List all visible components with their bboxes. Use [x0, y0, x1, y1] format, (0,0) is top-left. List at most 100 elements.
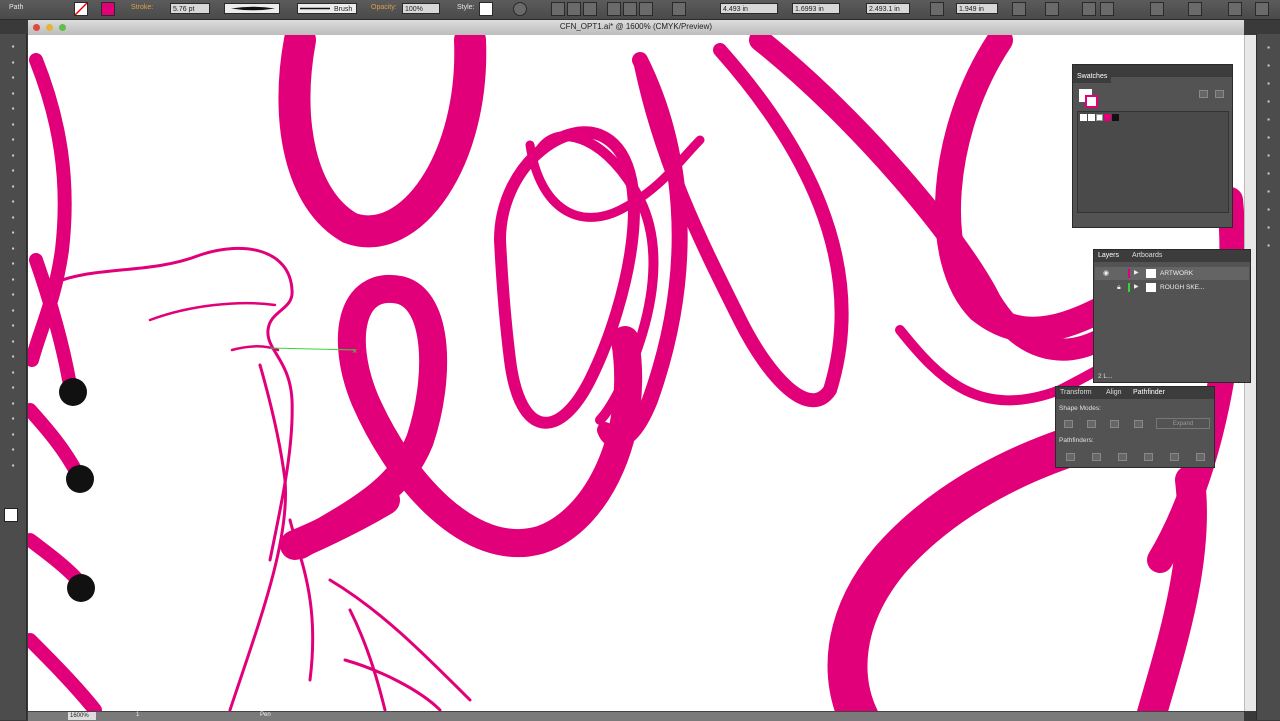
layer-name[interactable]: ROUGH SKE... — [1160, 281, 1204, 294]
height-field[interactable]: 1.949 in — [956, 3, 998, 14]
expand-triangle-icon[interactable]: ▶ — [1134, 281, 1139, 294]
trim-icon[interactable] — [1092, 453, 1101, 461]
artboards-dock-icon[interactable]: ▪ — [1263, 240, 1274, 251]
graphic-styles-icon[interactable]: ▪ — [1263, 186, 1274, 197]
blend-icon[interactable]: ▪ — [8, 368, 18, 378]
variable-width-profile[interactable] — [224, 3, 280, 14]
eyedropper-icon[interactable]: ▪ — [8, 352, 18, 362]
intersect-icon[interactable] — [1110, 420, 1119, 428]
fill-stroke-indicator[interactable] — [1079, 89, 1098, 108]
swatch-black[interactable] — [1112, 114, 1119, 121]
pen-icon[interactable]: ▪ — [8, 104, 18, 114]
transparency-icon[interactable]: ▪ — [1263, 150, 1274, 161]
swatch-white[interactable] — [1096, 114, 1103, 121]
align-right-icon[interactable] — [583, 2, 597, 16]
swatches-tab[interactable]: Swatches — [1073, 71, 1112, 83]
align-tab[interactable]: Align — [1102, 387, 1126, 399]
perspective-icon[interactable]: ▪ — [8, 306, 18, 316]
blob-brush-icon[interactable]: ▪ — [8, 197, 18, 207]
swatch-registration[interactable] — [1088, 114, 1095, 121]
outline-icon[interactable] — [1170, 453, 1179, 461]
align-middle-icon[interactable] — [623, 2, 637, 16]
workspace-icon[interactable] — [1150, 2, 1164, 16]
swatches-dock-icon[interactable]: ▪ — [1263, 204, 1274, 215]
layer-row[interactable]: 🔒︎ ▶ ROUGH SKE... — [1095, 281, 1249, 294]
transform-tab[interactable]: Transform — [1056, 387, 1096, 399]
artboards-tab[interactable]: Artboards — [1128, 250, 1166, 262]
layer-name[interactable]: ARTWORK — [1160, 267, 1193, 280]
align-bottom-icon[interactable] — [639, 2, 653, 16]
arrange-documents-icon[interactable] — [1082, 2, 1096, 16]
rectangle-icon[interactable]: ▪ — [8, 151, 18, 161]
layers-dock-icon[interactable]: ▪ — [1263, 222, 1274, 233]
isolate-icon[interactable] — [1045, 2, 1059, 16]
zoom-icon[interactable]: ▪ — [8, 461, 18, 471]
fill-swatch[interactable] — [74, 2, 88, 16]
minus-front-icon[interactable] — [1087, 420, 1096, 428]
stroke-panel-icon[interactable]: ▪ — [1263, 114, 1274, 125]
x-field[interactable]: 4.493 in — [720, 3, 778, 14]
color-panel-icon[interactable]: ▪ — [1263, 42, 1274, 53]
more-options-icon[interactable] — [1255, 2, 1269, 16]
anchor-convert-icon[interactable] — [672, 2, 686, 16]
direct-selection-icon[interactable]: ▪ — [8, 58, 18, 68]
brushes-icon[interactable]: ▪ — [1263, 78, 1274, 89]
graphic-style-swatch[interactable] — [479, 2, 493, 16]
divide-icon[interactable] — [1066, 453, 1075, 461]
fx-icon[interactable] — [1228, 2, 1242, 16]
expand-button[interactable]: Expand — [1156, 418, 1210, 429]
rotate-icon[interactable]: ▪ — [8, 228, 18, 238]
fill-stroke-toggle-icon[interactable] — [4, 508, 18, 522]
recolor-artwork-icon[interactable] — [513, 2, 527, 16]
warp-icon[interactable]: ▪ — [8, 259, 18, 269]
merge-icon[interactable] — [1118, 453, 1127, 461]
opacity-label[interactable]: Opacity: — [371, 4, 397, 11]
shape-builder-icon[interactable]: ▪ — [8, 290, 18, 300]
symbols-icon[interactable]: ▪ — [1263, 96, 1274, 107]
artboard-icon[interactable]: ▪ — [8, 414, 18, 424]
slice-icon[interactable]: ▪ — [8, 430, 18, 440]
paintbrush-icon[interactable]: ▪ — [8, 166, 18, 176]
magic-wand-icon[interactable]: ▪ — [8, 73, 18, 83]
mesh-icon[interactable]: ▪ — [8, 321, 18, 331]
pathfinder-tab[interactable]: Pathfinder — [1129, 387, 1169, 399]
free-transform-icon[interactable]: ▪ — [8, 275, 18, 285]
layer-row[interactable]: ◉ ▶ ARTWORK — [1095, 267, 1249, 280]
artboard-canvas[interactable]: × — [28, 35, 1244, 711]
expand-triangle-icon[interactable]: ▶ — [1134, 267, 1139, 280]
swatch-magenta[interactable] — [1104, 114, 1111, 121]
opacity-field[interactable]: 100% — [402, 3, 440, 14]
appearance-icon[interactable]: ▪ — [1263, 168, 1274, 179]
visibility-eye-icon[interactable]: ◉ — [1103, 267, 1109, 280]
gradient-icon[interactable]: ▪ — [8, 337, 18, 347]
thumbnail-view-icon[interactable] — [1215, 90, 1224, 98]
lock-icon[interactable]: 🔒︎ — [1117, 281, 1121, 294]
align-center-icon[interactable] — [567, 2, 581, 16]
graph-icon[interactable]: ▪ — [8, 399, 18, 409]
line-icon[interactable]: ▪ — [8, 135, 18, 145]
pencil-icon[interactable]: ▪ — [8, 182, 18, 192]
layers-tab[interactable]: Layers — [1094, 250, 1124, 262]
brush-definition[interactable]: Brush — [297, 3, 357, 14]
align-top-icon[interactable] — [607, 2, 621, 16]
hand-icon[interactable]: ▪ — [8, 445, 18, 455]
swatch-none[interactable] — [1080, 114, 1087, 121]
width-field[interactable]: 2.493.1 in — [866, 3, 910, 14]
transform-icon[interactable] — [1012, 2, 1026, 16]
bridge-icon[interactable] — [1188, 2, 1202, 16]
eraser-icon[interactable]: ▪ — [8, 213, 18, 223]
type-icon[interactable]: ▪ — [8, 120, 18, 130]
stroke-swatch[interactable] — [101, 2, 115, 16]
exclude-icon[interactable] — [1134, 420, 1143, 428]
zoom-field[interactable]: 1600% — [68, 712, 96, 720]
lasso-icon[interactable]: ▪ — [8, 89, 18, 99]
selection-icon[interactable]: ▪ — [8, 42, 18, 52]
constrain-proportions-icon[interactable] — [930, 2, 944, 16]
panel-menu-icon[interactable] — [1100, 2, 1114, 16]
align-left-icon[interactable] — [551, 2, 565, 16]
unite-icon[interactable] — [1064, 420, 1073, 428]
scale-icon[interactable]: ▪ — [8, 244, 18, 254]
minus-back-icon[interactable] — [1196, 453, 1205, 461]
symbol-sprayer-icon[interactable]: ▪ — [8, 383, 18, 393]
artboard-number[interactable]: 1 — [136, 712, 139, 718]
